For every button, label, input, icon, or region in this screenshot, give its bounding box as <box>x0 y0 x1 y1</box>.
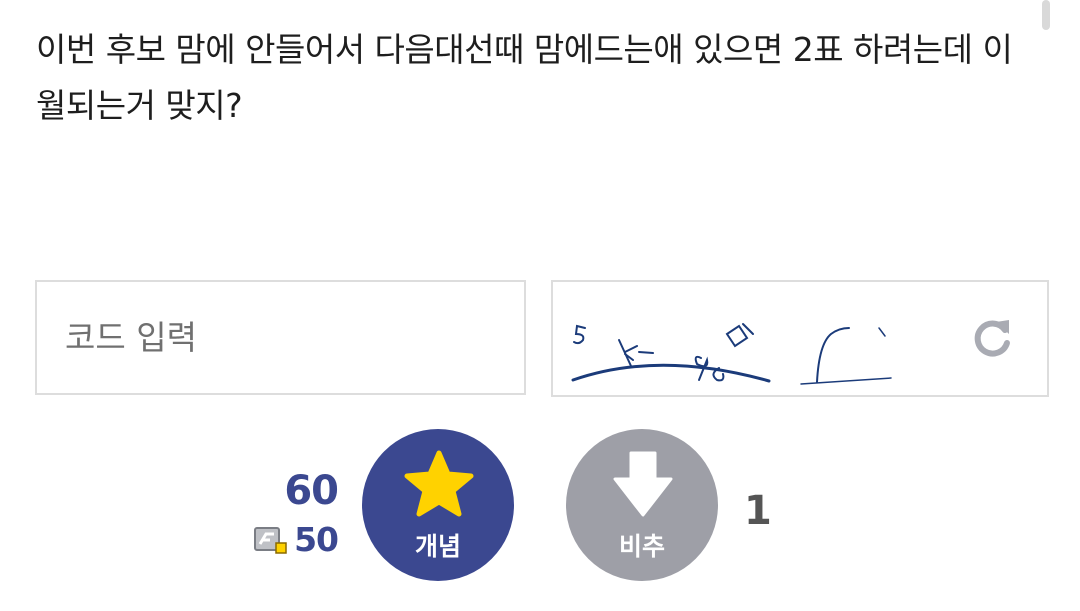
upvote-label: 개념 <box>414 532 461 561</box>
refresh-icon[interactable] <box>969 316 1015 362</box>
fixed-upvote-count: 50 <box>294 520 339 559</box>
captcha-box <box>551 280 1049 397</box>
captcha-code-input[interactable] <box>35 280 526 395</box>
star-icon <box>404 450 474 517</box>
post-body-text: 이번 후보 맘에 안들어서 다음대선때 맘에드는애 있으면 2표 하려는데 이월… <box>36 30 1013 125</box>
captcha-image <box>571 323 892 385</box>
arrow-down-icon <box>613 451 673 517</box>
scrollbar[interactable] <box>1042 0 1050 30</box>
upvote-count: 60 <box>284 468 339 514</box>
downvote-label: 비추 <box>618 532 665 561</box>
vote-area: 60 50 개념 비추 1 <box>0 428 1080 588</box>
fixed-upvote-row: 50 <box>254 520 339 559</box>
upvote-button[interactable]: 개념 <box>362 429 514 581</box>
downvote-button[interactable]: 비추 <box>566 429 718 581</box>
fixed-user-icon <box>254 526 287 554</box>
downvote-count: 1 <box>744 488 772 534</box>
